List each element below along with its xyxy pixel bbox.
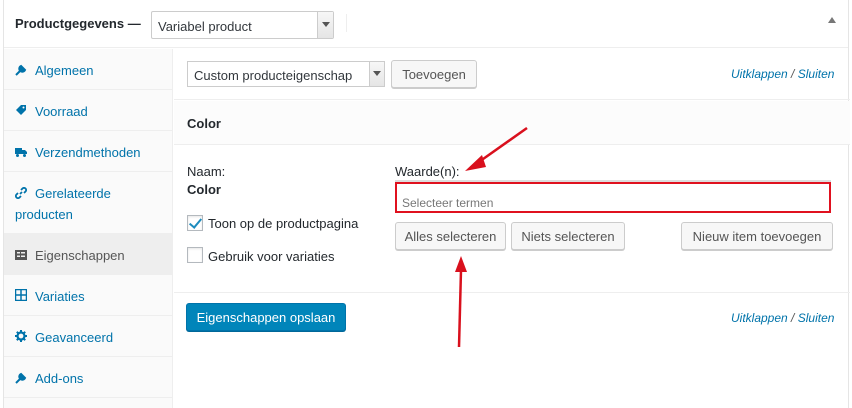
add-new-term-button[interactable]: Nieuw item toevoegen <box>681 222 833 250</box>
link-icon <box>15 187 27 199</box>
value-terms-input[interactable]: Selecteer termen <box>395 182 831 213</box>
sidebar-item-verzendmethoden[interactable]: Verzendmethoden <box>4 131 172 172</box>
truck-icon <box>15 148 27 157</box>
sidebar-item-eigenschappen[interactable]: Eigenschappen <box>4 234 172 275</box>
chevron-down-icon <box>317 12 333 38</box>
attribute-header[interactable]: Color <box>174 101 850 145</box>
select-all-button[interactable]: Alles selecteren <box>395 222 506 250</box>
sidebar-item-geavanceerd[interactable]: Geavanceerd <box>4 316 172 357</box>
sidebar-item-label: Voorraad <box>35 104 88 119</box>
footer-divider <box>174 292 850 293</box>
attribute-heading: Color <box>187 116 221 131</box>
list-icon <box>15 250 27 260</box>
header-divider <box>346 14 347 32</box>
visible-on-product-page-checkbox[interactable] <box>187 215 203 231</box>
sidebar-item-label-line2: producten <box>15 207 73 222</box>
link-separator: / <box>791 67 795 81</box>
footer-close-all-link[interactable]: Sluiten <box>798 311 835 325</box>
attributes-toolbar: Custom producteigenschap Toevoegen Uitkl… <box>174 49 850 100</box>
sidebar-item-label: Geavanceerd <box>35 330 114 345</box>
link-separator: / <box>791 311 795 325</box>
used-for-variations-checkbox[interactable] <box>187 247 203 263</box>
product-data-panel: Productgegevens — Variabel product Algem… <box>3 0 850 408</box>
attribute-name-value: Color <box>187 182 221 197</box>
sidebar-item-voorraad[interactable]: Voorraad <box>4 90 172 131</box>
select-none-button[interactable]: Niets selecteren <box>511 222 625 250</box>
expand-close-links: Uitklappen / Sluiten <box>731 67 834 81</box>
collapse-triangle-icon[interactable] <box>828 17 836 23</box>
product-type-value: Variabel product <box>158 19 252 34</box>
sidebar-item-label: Variaties <box>35 289 85 304</box>
tag-icon <box>16 105 26 115</box>
sidebar-item-label: Eigenschappen <box>35 248 125 263</box>
footer-expand-close-links: Uitklappen / Sluiten <box>731 311 834 325</box>
sidebar-item-label: Gerelateerde <box>35 186 111 201</box>
attributes-panel: Custom producteigenschap Toevoegen Uitkl… <box>174 49 850 408</box>
chevron-down-icon <box>369 62 384 86</box>
visible-on-product-page-label: Toon op de productpagina <box>208 216 359 231</box>
sidebar-item-label: Verzendmethoden <box>35 145 141 160</box>
value-terms-placeholder: Selecteer termen <box>402 196 494 210</box>
sidebar-item-label: Algemeen <box>35 63 94 78</box>
used-for-variations-label: Gebruik voor variaties <box>208 249 335 264</box>
footer-expand-all-link[interactable]: Uitklappen <box>731 311 788 325</box>
close-all-link[interactable]: Sluiten <box>798 67 835 81</box>
product-type-select[interactable]: Variabel product <box>151 11 334 39</box>
value-label: Waarde(n): <box>395 164 460 179</box>
sidebar-item-gerelateerde-producten[interactable]: Gerelateerde producten <box>4 172 172 234</box>
expand-all-link[interactable]: Uitklappen <box>731 67 788 81</box>
sidebar-item-algemeen[interactable]: Algemeen <box>4 49 172 90</box>
grid-icon <box>15 289 27 301</box>
sidebar-item-add-ons[interactable]: Add-ons <box>4 357 172 398</box>
panel-header: Productgegevens — Variabel product <box>4 0 848 48</box>
attribute-taxonomy-value: Custom producteigenschap <box>194 68 353 83</box>
add-attribute-button[interactable]: Toevoegen <box>391 60 477 88</box>
wrench-icon <box>15 64 27 76</box>
panel-title: Productgegevens — <box>15 16 141 31</box>
gear-icon <box>15 330 27 342</box>
product-data-tabs: Algemeen Voorraad Verzendmethoden Gerela… <box>4 49 173 408</box>
name-label: Naam: <box>187 164 226 179</box>
attribute-taxonomy-select[interactable]: Custom producteigenschap <box>187 61 385 87</box>
wrench-icon <box>15 372 27 384</box>
save-attributes-button[interactable]: Eigenschappen opslaan <box>186 303 346 331</box>
sidebar-item-label: Add-ons <box>35 371 84 386</box>
sidebar-item-variaties[interactable]: Variaties <box>4 275 172 316</box>
